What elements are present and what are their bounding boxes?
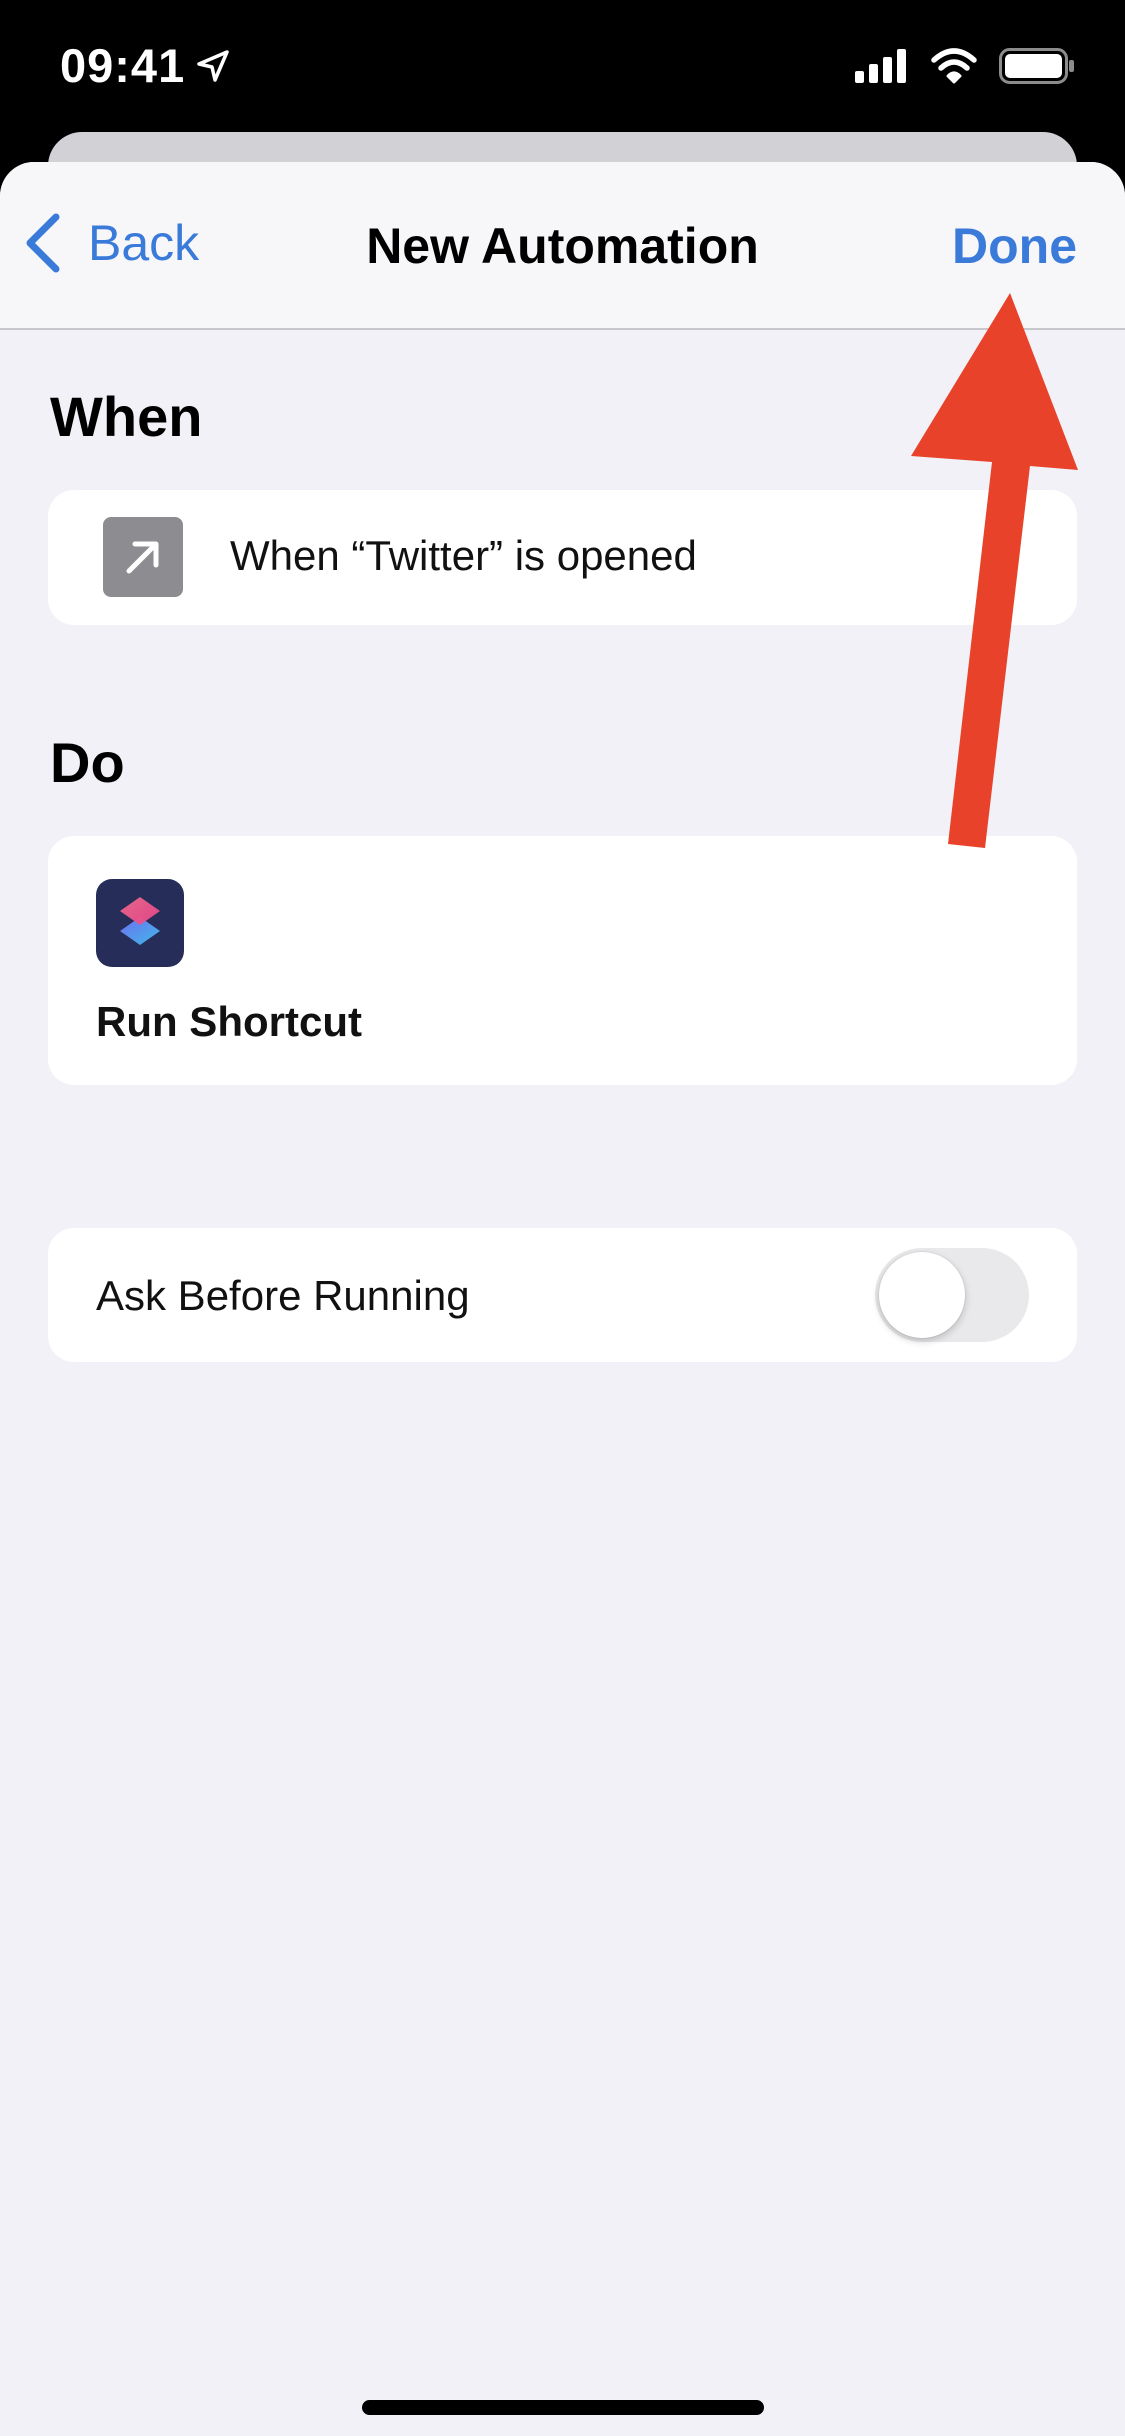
home-indicator[interactable] <box>362 2400 764 2415</box>
status-time: 09:41 <box>60 38 233 93</box>
when-section-header: When <box>50 385 203 448</box>
status-indicators <box>855 48 1075 84</box>
trigger-description: When “Twitter” is opened <box>230 532 697 579</box>
done-button[interactable]: Done <box>952 217 1077 275</box>
action-label: Run Shortcut <box>96 998 362 1045</box>
ask-before-running-row: Ask Before Running <box>48 1228 1077 1362</box>
ask-before-running-label: Ask Before Running <box>96 1272 470 1319</box>
do-section-header: Do <box>50 731 125 794</box>
shortcuts-app-icon <box>96 879 184 967</box>
battery-icon <box>999 48 1074 84</box>
location-arrow-icon <box>197 49 229 82</box>
navigation-bar: Back New Automation Done <box>0 162 1125 330</box>
time-text: 09:41 <box>60 39 186 92</box>
trigger-row[interactable]: When “Twitter” is opened <box>48 490 1077 625</box>
status-bar: 09:41 <box>0 0 1125 135</box>
toggle-knob <box>879 1252 965 1338</box>
wifi-icon <box>931 48 977 84</box>
automation-sheet: Back New Automation Done When When “Twit… <box>0 162 1125 2436</box>
ask-before-running-toggle[interactable] <box>875 1248 1029 1342</box>
action-card[interactable]: Run Shortcut <box>48 836 1077 1085</box>
arrow-up-right-icon <box>103 517 183 597</box>
cellular-signal-icon <box>855 49 906 83</box>
screen: 09:41 Back New Automation Done When When… <box>0 0 1125 2436</box>
